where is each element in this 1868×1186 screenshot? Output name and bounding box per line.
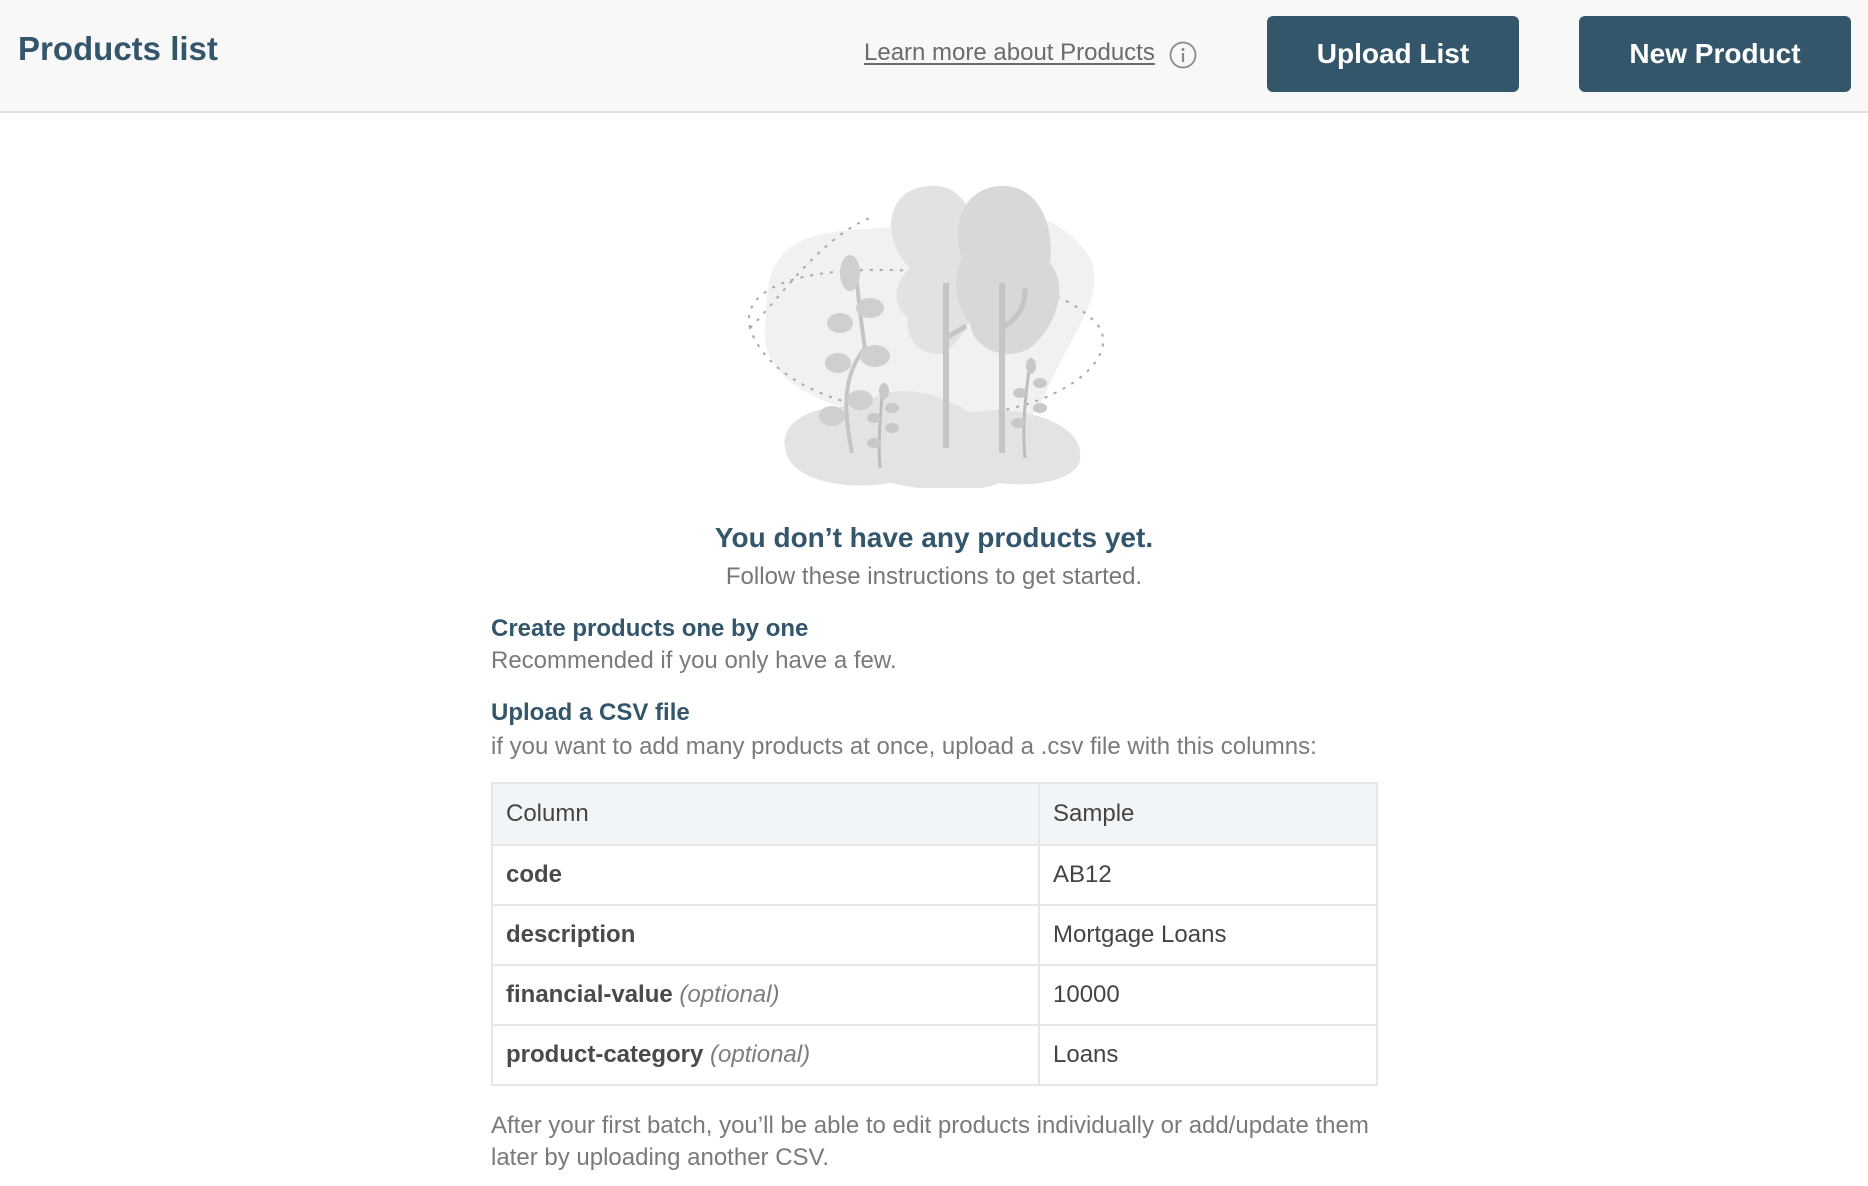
table-row: product-category (optional) Loans [491, 1024, 1378, 1086]
sample-value-cell: AB12 [1038, 844, 1378, 906]
page-title: Products list [18, 30, 218, 67]
column-name: description [506, 921, 636, 948]
footer-note: After your first batch, you’ll be able t… [491, 1112, 1369, 1171]
table-row: description Mortgage Loans [491, 904, 1378, 966]
column-name-cell: product-category (optional) [491, 1024, 1040, 1086]
create-one-by-one-heading: Create products one by one [491, 615, 809, 642]
table-row: code AB12 [491, 844, 1378, 906]
column-name: financial-value [506, 981, 673, 1008]
upload-csv-text: if you want to add many products at once… [491, 733, 1317, 760]
table-row: financial-value (optional) 10000 [491, 964, 1378, 1026]
upload-csv-heading: Upload a CSV file [491, 699, 690, 726]
column-name-cell: description [491, 904, 1040, 966]
column-name-cell: financial-value (optional) [491, 964, 1040, 1026]
create-one-by-one-text: Recommended if you only have a few. [491, 647, 897, 674]
top-bar: Products list Learn more about Products … [0, 0, 1868, 113]
column-name: product-category [506, 1041, 704, 1068]
column-name: code [506, 861, 563, 888]
info-icon[interactable] [1169, 41, 1197, 69]
column-name-cell: code [491, 844, 1040, 906]
empty-products-illustration [747, 185, 1104, 488]
empty-state-title: You don’t have any products yet. [714, 522, 1154, 553]
csv-columns-table: Column Sample code AB12 description Mort… [491, 782, 1378, 1086]
column-header: Column [491, 782, 1040, 846]
sample-value-cell: Mortgage Loans [1038, 904, 1378, 966]
new-product-button[interactable]: New Product [1579, 16, 1851, 92]
learn-more-link[interactable]: Learn more about Products [864, 39, 1155, 67]
sample-header: Sample [1038, 782, 1378, 846]
table-header-row: Column Sample [491, 782, 1378, 846]
sample-value-cell: Loans [1038, 1024, 1378, 1086]
sample-value-cell: 10000 [1038, 964, 1378, 1026]
optional-tag: (optional) [710, 1041, 811, 1068]
empty-state-subtitle: Follow these instructions to get started… [725, 563, 1143, 590]
optional-tag: (optional) [679, 981, 780, 1008]
upload-list-button[interactable]: Upload List [1267, 16, 1519, 92]
